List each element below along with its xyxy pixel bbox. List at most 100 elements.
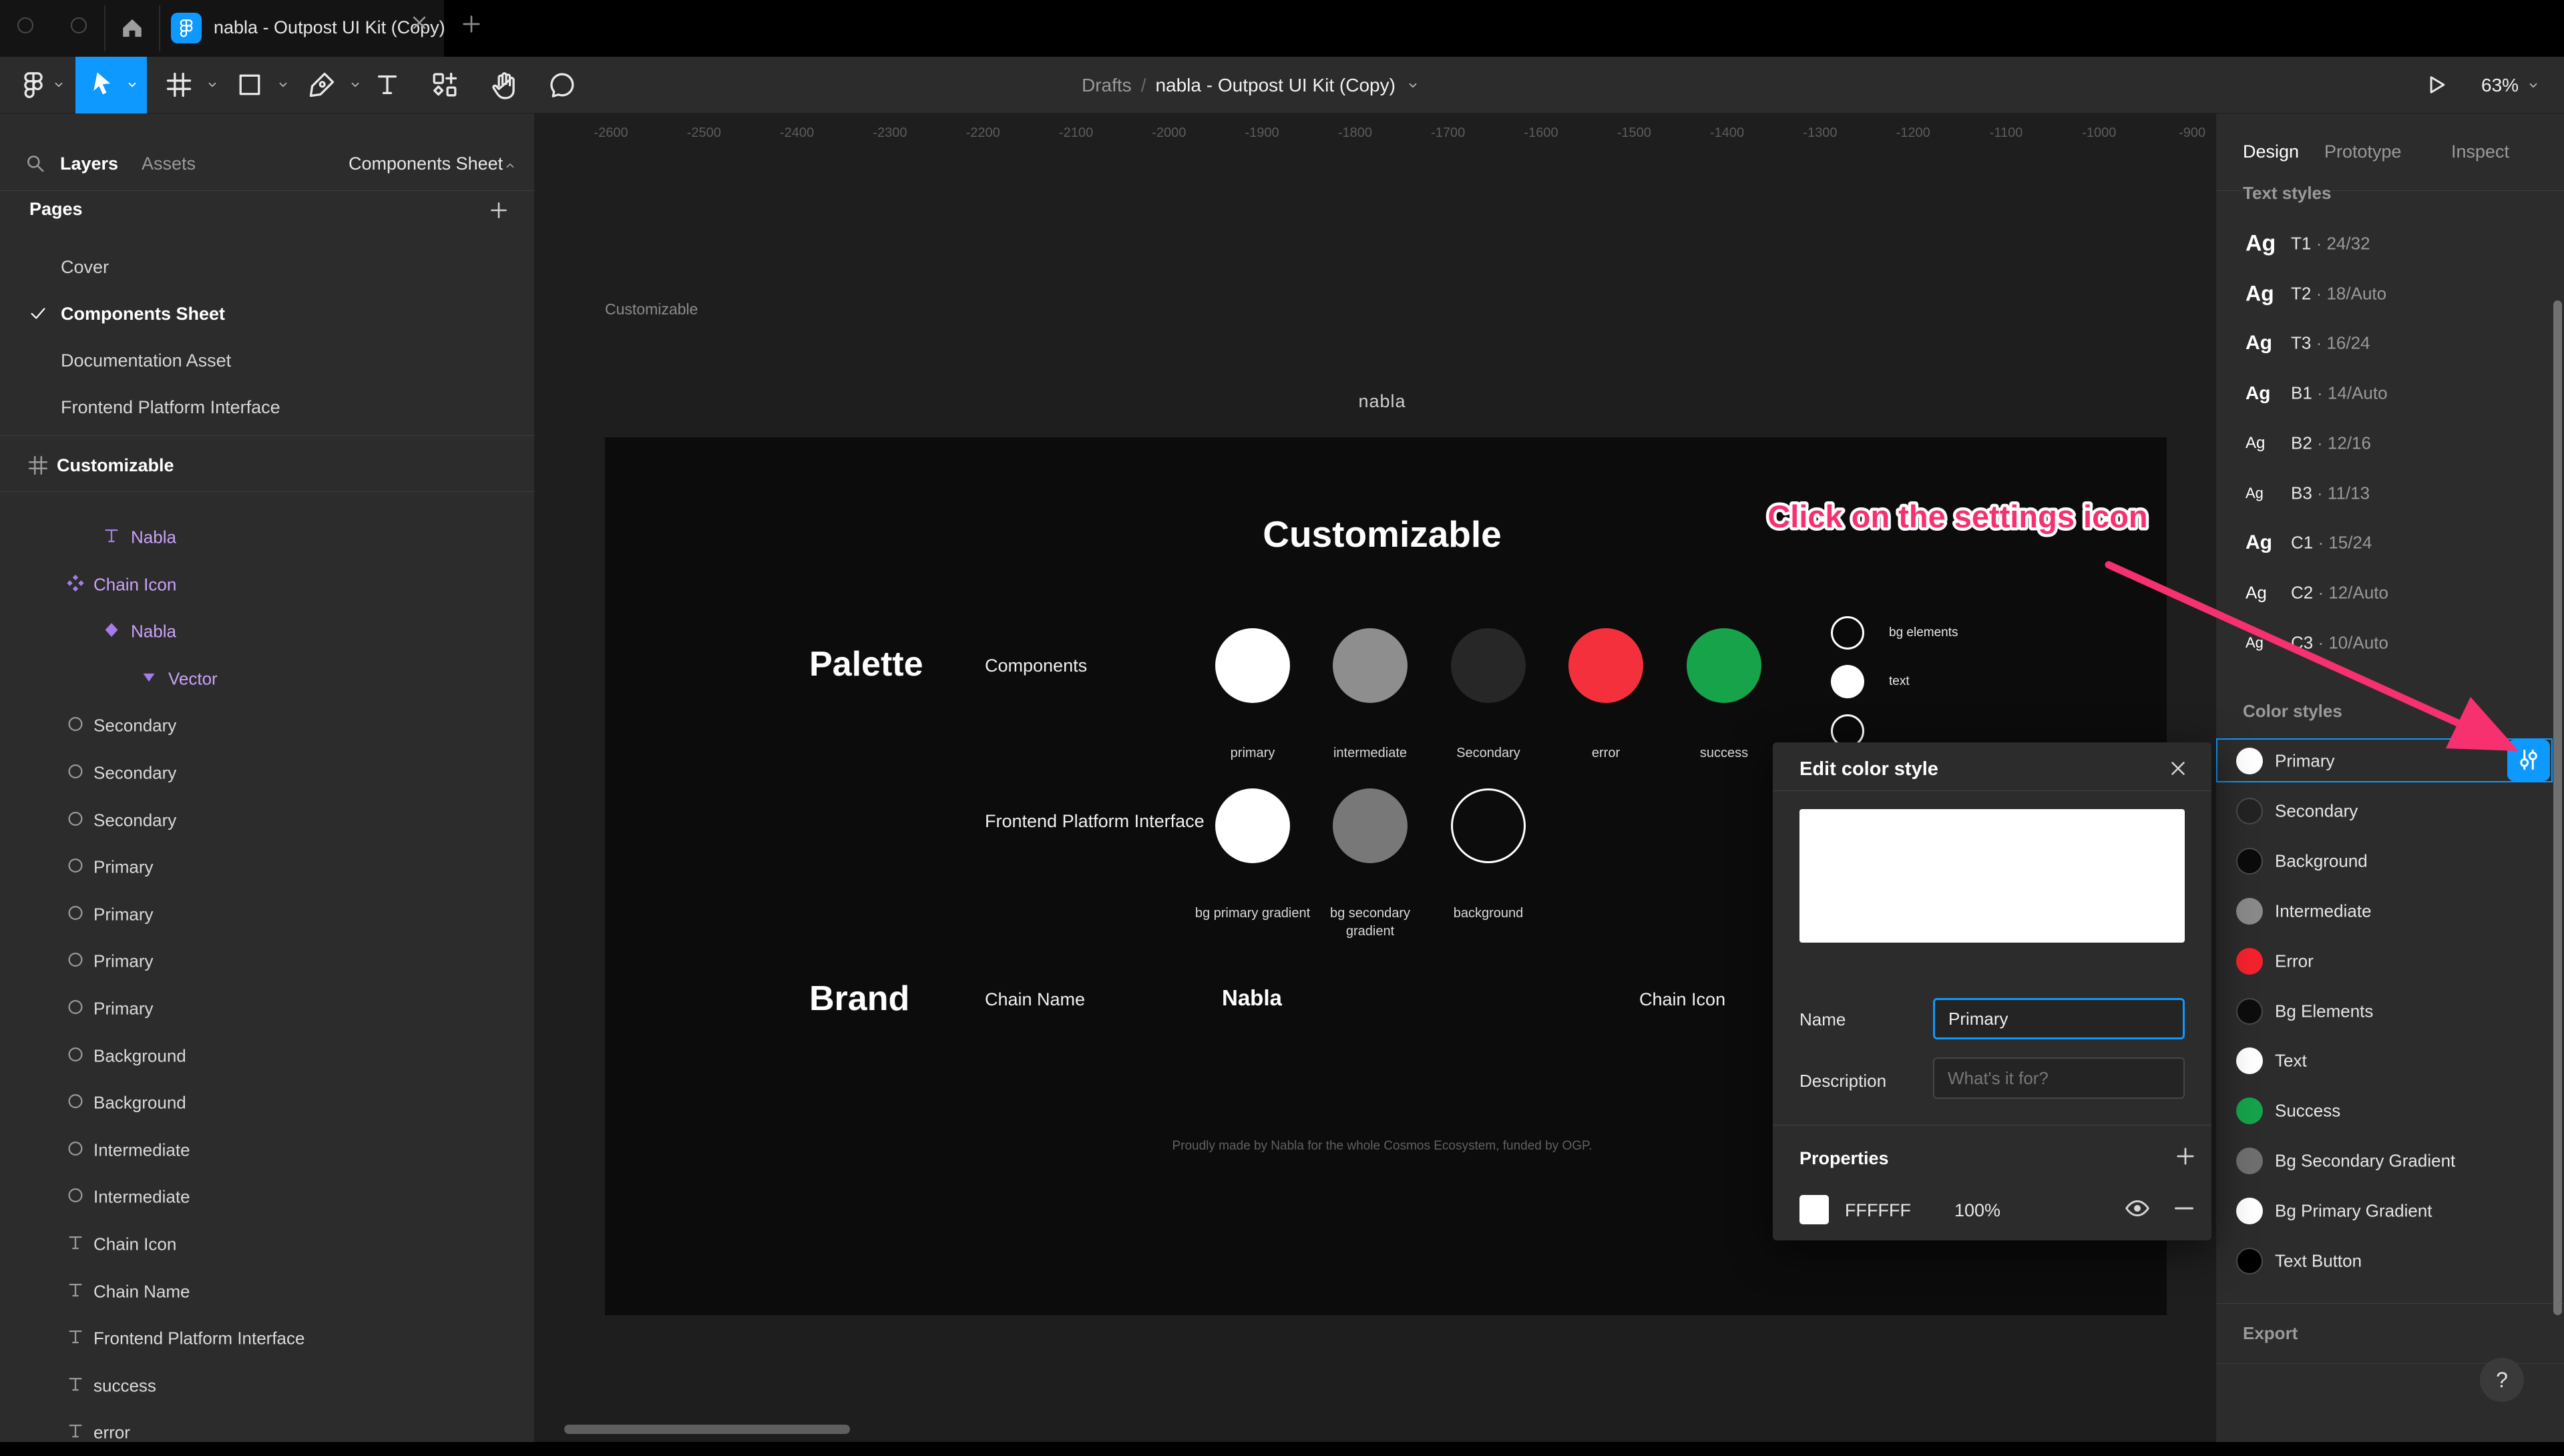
present-icon[interactable] [2422,71,2449,101]
resources-tool-icon[interactable] [430,70,459,103]
layer-row-secondary[interactable]: Secondary [0,702,534,749]
layer-row-chain-icon[interactable]: Chain Icon [0,1221,534,1268]
layer-row-chain-name[interactable]: Chain Name [0,1268,534,1315]
swatch-circle-error[interactable] [1568,628,1643,703]
text-style-row-c1[interactable]: Ag C1 · 15/24 [2216,519,2564,566]
nav-forward-icon[interactable] [71,17,87,33]
dialog-close-icon[interactable] [2167,757,2189,783]
text-style-row-t3[interactable]: Ag T3 · 16/24 [2216,320,2564,367]
move-tool-chevron-icon[interactable] [124,77,140,96]
layer-row-intermediate[interactable]: Intermediate [0,1174,534,1220]
layer-row-nabla[interactable]: Nabla [0,514,534,561]
add-property-icon[interactable] [2173,1144,2197,1172]
text-style-row-t1[interactable]: Ag T1 · 24/32 [2216,220,2564,267]
layer-row-frontend-platform-interface[interactable]: Frontend Platform Interface [0,1315,534,1362]
color-style-row-error[interactable]: Error [2216,938,2553,985]
swatch-circle-intermediate[interactable] [1333,628,1408,703]
swatch-circle-background[interactable] [1451,788,1526,863]
new-tab-icon[interactable] [459,12,483,39]
layer-row-secondary[interactable]: Secondary [0,797,534,844]
main-menu-icon[interactable] [19,70,48,103]
layer-row-nabla[interactable]: Nabla [0,608,534,655]
swatch-circle-success[interactable] [1687,628,1761,703]
layer-row-primary[interactable]: Primary [0,985,534,1032]
shape-tool-icon[interactable] [235,70,264,103]
home-icon[interactable] [119,15,146,45]
comment-tool-icon[interactable] [548,70,577,103]
shape-tool-chevron-icon[interactable] [275,77,291,96]
remove-property-icon[interactable] [2171,1195,2197,1225]
text-style-row-b1[interactable]: Ag B1 · 14/Auto [2216,370,2564,417]
tab-prototype[interactable]: Prototype [2324,142,2402,162]
visibility-eye-icon[interactable] [2124,1195,2151,1225]
canvas-horizontal-scrollbar[interactable] [564,1425,850,1434]
name-input[interactable] [1933,998,2185,1039]
layer-row-intermediate[interactable]: Intermediate [0,1127,534,1174]
color-style-row-bg-elements[interactable]: Bg Elements [2216,988,2553,1035]
nav-back-icon[interactable] [17,17,33,33]
help-button[interactable]: ? [2480,1358,2524,1402]
tab-layers[interactable]: Layers [60,154,118,174]
property-hex[interactable]: FFFFFF [1845,1200,1911,1221]
property-opacity[interactable]: 100% [1954,1200,2000,1221]
search-icon[interactable] [24,152,47,178]
layer-row-background[interactable]: Background [0,1079,534,1126]
color-style-row-text[interactable]: Text [2216,1037,2553,1084]
doc-title-chevron-icon[interactable] [1405,77,1421,97]
tab-design[interactable]: Design [2243,142,2299,162]
pen-tool-icon[interactable] [307,70,337,103]
frame-title-label[interactable]: Customizable [605,300,698,318]
swatch-circle-Secondary[interactable] [1451,628,1526,703]
color-style-row-success[interactable]: Success [2216,1087,2553,1134]
color-style-row-background[interactable]: Background [2216,838,2553,885]
swatch-circle-bg-primary-gradient[interactable] [1215,788,1290,863]
text-style-row-c3[interactable]: Ag C3 · 10/Auto [2216,620,2564,666]
breadcrumb-doc-title[interactable]: nabla - Outpost UI Kit (Copy) [1155,75,1395,96]
tab-inspect[interactable]: Inspect [2451,142,2509,162]
layer-row-secondary[interactable]: Secondary [0,750,534,796]
hand-tool-icon[interactable] [489,70,518,103]
panel-scrollbar[interactable] [2553,300,2562,1315]
text-style-row-b3[interactable]: Ag B3 · 11/13 [2216,470,2564,517]
swatch-circle-primary[interactable] [1215,628,1290,703]
page-item-components-sheet[interactable]: Components Sheet [0,294,534,336]
color-style-row-secondary[interactable]: Secondary [2216,788,2553,834]
zoom-menu[interactable]: 63% [2481,57,2541,113]
pen-tool-chevron-icon[interactable] [347,77,363,96]
page-selector[interactable]: Components Sheet [349,154,503,174]
layer-row-primary[interactable]: Primary [0,844,534,891]
add-page-icon[interactable] [487,199,510,225]
layer-row-error[interactable]: error [0,1409,534,1456]
page-item-documentation-asset[interactable]: Documentation Asset [0,340,534,383]
layer-row-primary[interactable]: Primary [0,938,534,985]
text-style-row-c2[interactable]: Ag C2 · 12/Auto [2216,569,2564,616]
page-item-cover[interactable]: Cover [0,247,534,290]
color-style-row-text-button[interactable]: Text Button [2216,1238,2553,1284]
text-style-row-t2[interactable]: Ag T2 · 18/Auto [2216,270,2564,317]
layer-row-success[interactable]: success [0,1363,534,1409]
swatch-circle-bg-secondary-gradient[interactable] [1333,788,1408,863]
style-settings-button[interactable] [2507,740,2550,781]
side-swatch-circle[interactable] [1831,616,1864,650]
frame-tool-icon[interactable] [164,70,194,103]
layer-row-primary[interactable]: Primary [0,891,534,938]
color-style-row-bg-secondary-gradient[interactable]: Bg Secondary Gradient [2216,1138,2553,1184]
side-swatch-circle[interactable] [1831,665,1864,698]
color-style-row-bg-primary-gradient[interactable]: Bg Primary Gradient [2216,1188,2553,1234]
description-input[interactable] [1933,1057,2185,1099]
layer-row-chain-icon[interactable]: Chain Icon [0,561,534,608]
tab-close-icon[interactable] [409,12,430,37]
layer-row-vector[interactable]: Vector [0,656,534,702]
color-style-row-intermediate[interactable]: Intermediate [2216,888,2553,935]
frame-row-customizable[interactable]: Customizable [0,443,534,490]
text-style-row-b2[interactable]: Ag B2 · 12/16 [2216,420,2564,467]
layer-row-background[interactable]: Background [0,1033,534,1079]
menu-chevron-icon[interactable] [51,77,67,96]
tab-assets[interactable]: Assets [142,154,196,174]
page-selector-chevron-icon[interactable] [502,158,518,177]
frame-tool-chevron-icon[interactable] [204,77,220,96]
property-color-swatch[interactable] [1799,1195,1829,1224]
page-item-frontend-platform-interface[interactable]: Frontend Platform Interface [0,387,534,430]
text-tool-icon[interactable] [373,70,402,103]
breadcrumb-drafts[interactable]: Drafts [1082,75,1132,96]
